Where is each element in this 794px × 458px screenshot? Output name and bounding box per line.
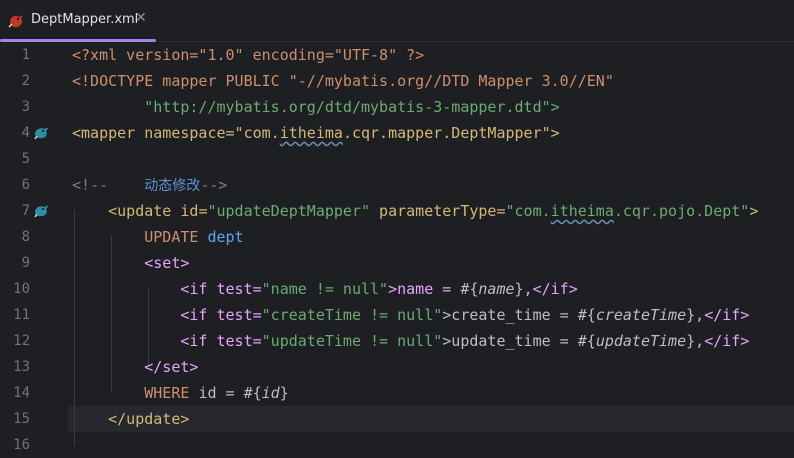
if-close-tag: </if> <box>704 332 750 350</box>
tag-close: > <box>749 202 759 220</box>
code-line-2: <!DOCTYPE mapper PUBLIC "-//mybatis.org/… <box>72 68 614 94</box>
line-number: 5 <box>21 151 30 167</box>
line-number: 16 <box>13 437 30 453</box>
attr-parametertype-value-rest: .cqr.pojo.Dept" <box>613 202 750 220</box>
mybatis-bird-icon[interactable] <box>34 203 52 219</box>
attr-test: test <box>216 332 253 350</box>
attr-id-value: "updateDeptMapper" <box>207 202 371 220</box>
equals: = <box>496 202 506 220</box>
param-name: updateTime <box>595 332 687 350</box>
equals: = <box>252 280 262 298</box>
sql-assignment: >create_time = <box>442 306 578 324</box>
sql-assignment: >update_time = <box>442 332 578 350</box>
param-close: } <box>686 306 696 324</box>
param-name: name <box>478 280 515 298</box>
param-open: #{ <box>243 384 262 402</box>
line-number: 11 <box>13 307 30 323</box>
param-close: } <box>514 280 524 298</box>
line-number: 1 <box>21 47 30 63</box>
line-number: 12 <box>13 333 30 349</box>
equals: = <box>252 306 262 324</box>
line-number: 10 <box>13 281 30 297</box>
comma: , <box>695 306 705 324</box>
attr-test: test <box>216 280 253 298</box>
comma: , <box>523 280 533 298</box>
sql-condition: id = <box>198 384 244 402</box>
sql-where-keyword: WHERE <box>72 384 199 402</box>
param-close: } <box>686 332 696 350</box>
comment-open: <!-- <box>72 176 145 194</box>
attr-parametertype-value: "com. <box>505 202 551 220</box>
line-number: 13 <box>13 359 30 375</box>
mybatis-bird-icon <box>8 15 23 28</box>
equals: = <box>252 332 262 350</box>
if-open-tag: <if <box>72 280 217 298</box>
line-number: 4 <box>21 125 30 141</box>
mybatis-bird-icon[interactable] <box>34 125 52 141</box>
namespace-word: itheima <box>279 124 343 142</box>
code-line-3: "http://mybatis.org/dtd/mybatis-3-mapper… <box>72 94 560 120</box>
code-line-15: </update> <box>72 406 189 432</box>
line-number: 15 <box>13 411 30 427</box>
param-close: } <box>279 384 289 402</box>
if-close-tag: </if> <box>704 306 750 324</box>
code-line-1: <?xml version="1.0" encoding="UTF-8" ?> <box>72 42 424 68</box>
update-open-tag: <update <box>72 202 181 220</box>
mapper-open-tag-rest: .cqr.mapper.DeptMapper"> <box>342 124 560 142</box>
attr-test-value: "createTime != null" <box>261 306 443 324</box>
sql-update-keyword: UPDATE <box>72 228 208 246</box>
attr-parametertype: parameterType <box>370 202 497 220</box>
editor-tab-bar: DeptMapper.xml ✕ <box>0 0 794 42</box>
code-line-10: <if test="name != null">name = #{name},<… <box>72 276 578 302</box>
line-number: 8 <box>21 229 30 245</box>
if-open-tag: <if <box>72 332 217 350</box>
package-word: itheima <box>550 202 614 220</box>
dtd-url: "http://mybatis.org/dtd/mybatis-3-mapper… <box>72 98 560 116</box>
if-close-tag: </if> <box>532 280 578 298</box>
param-open: #{ <box>577 306 596 324</box>
if-open-tag: <if <box>72 306 217 324</box>
attr-id: id <box>180 202 199 220</box>
tab-deptmapper-xml[interactable]: DeptMapper.xml ✕ <box>0 0 156 42</box>
line-number: 6 <box>21 177 30 193</box>
line-number: 9 <box>21 255 30 271</box>
attr-test-value: "updateTime != null" <box>261 332 443 350</box>
comma: , <box>695 332 705 350</box>
param-open: #{ <box>460 280 479 298</box>
param-name: id <box>261 384 280 402</box>
param-open: #{ <box>577 332 596 350</box>
close-icon[interactable]: ✕ <box>135 10 147 26</box>
set-open-tag: <set> <box>72 254 190 272</box>
code-line-14: WHERE id = #{id} <box>72 380 289 406</box>
code-line-12: <if test="updateTime != null">update_tim… <box>72 328 749 354</box>
line-number: 2 <box>21 73 30 89</box>
code-line-11: <if test="createTime != null">create_tim… <box>72 302 749 328</box>
code-line-8: UPDATE dept <box>72 224 244 250</box>
comment-close: --> <box>200 176 228 194</box>
line-number: 14 <box>13 385 30 401</box>
code-line-13: </set> <box>72 354 198 380</box>
xml-declaration: <?xml version="1.0" encoding="UTF-8" ?> <box>72 46 425 64</box>
code-editor[interactable]: 1 2 3 4 5 6 7 8 9 10 11 12 13 14 15 16 <… <box>0 42 794 453</box>
param-name: createTime <box>595 306 687 324</box>
sql-table-name: dept <box>207 228 244 246</box>
mapper-open-tag: <mapper namespace="com. <box>72 124 280 142</box>
code-line-4: <mapper namespace="com.itheima.cqr.mappe… <box>72 120 560 146</box>
line-number: 7 <box>21 203 30 219</box>
tab-label: DeptMapper.xml <box>31 12 139 27</box>
code-line-7: <update id = "updateDeptMapper" parameterT… <box>72 198 758 224</box>
code-line-6: <!-- 动态修改--> <box>72 172 227 198</box>
attr-test-value: "name != null" <box>261 280 389 298</box>
sql-assignment: >name = <box>388 280 461 298</box>
comment-text: 动态修改 <box>144 178 201 194</box>
doctype-declaration: <!DOCTYPE mapper PUBLIC "-//mybatis.org/… <box>72 72 614 90</box>
update-close-tag: </update> <box>72 410 190 428</box>
set-close-tag: </set> <box>72 358 199 376</box>
attr-test: test <box>216 306 253 324</box>
code-line-9: <set> <box>72 250 189 276</box>
line-number: 3 <box>21 99 30 115</box>
